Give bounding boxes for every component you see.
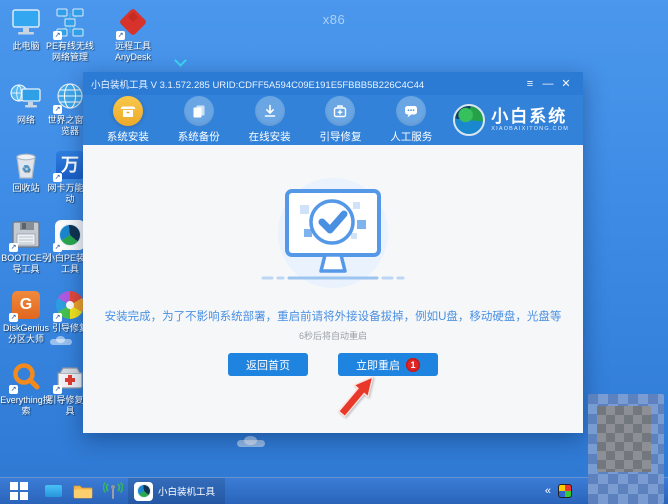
install-complete-message: 安装完成，为了不影响系统部署，重启前请将外接设备拔掉，例如U盘，移动硬盘，光盘等 bbox=[104, 311, 562, 323]
tab-system-install[interactable]: 系统安装 bbox=[99, 96, 157, 144]
tab-online-install[interactable]: 在线安装 bbox=[241, 96, 299, 144]
taskbar-display-button[interactable] bbox=[38, 478, 68, 504]
tab-label: 系统备份 bbox=[177, 131, 220, 143]
taskbar: 小白装机工具 « bbox=[0, 477, 668, 504]
install-box-icon bbox=[112, 96, 143, 126]
desktop-icon-anydesk[interactable]: 远程工具 AnyDesk bbox=[107, 6, 159, 63]
backup-copy-icon bbox=[183, 96, 214, 126]
tab-label: 人工服务 bbox=[390, 131, 433, 143]
windows-logo-icon bbox=[10, 482, 28, 500]
shortcut-arrow-icon bbox=[9, 313, 18, 322]
shortcut-arrow-icon bbox=[53, 31, 62, 40]
file-explorer-button[interactable] bbox=[68, 478, 98, 504]
pixelated-redaction-inner bbox=[597, 406, 651, 472]
shortcut-arrow-icon bbox=[53, 105, 62, 114]
diskgenius-icon: G bbox=[8, 288, 44, 322]
tray-expand-chevron[interactable]: « bbox=[545, 485, 551, 497]
display-icon bbox=[44, 485, 62, 497]
tab-label: 系统安装 bbox=[106, 131, 149, 143]
chevron-down-icon bbox=[174, 54, 187, 67]
taskbar-app-label: 小白装机工具 bbox=[158, 487, 216, 498]
briefcase-icon bbox=[325, 96, 356, 126]
xiaobai-app-icon bbox=[134, 481, 153, 501]
tab-boot-repair[interactable]: 引导修复 bbox=[312, 96, 370, 144]
menu-button[interactable]: ≡ bbox=[521, 78, 539, 90]
red-arrow-annotation bbox=[318, 367, 380, 428]
magnifier-icon bbox=[8, 360, 44, 394]
cloud-decoration bbox=[50, 335, 72, 345]
shortcut-arrow-icon bbox=[53, 385, 62, 394]
pixelated-redaction-block bbox=[588, 394, 664, 504]
network-icon bbox=[8, 80, 44, 114]
window-title: 小白装机工具 V 3.1.572.285 URID:CDFF5A594C09E1… bbox=[91, 79, 425, 91]
network-status-button[interactable] bbox=[98, 478, 128, 504]
back-home-button[interactable]: 返回首页 bbox=[228, 353, 308, 376]
shortcut-arrow-icon bbox=[53, 313, 62, 322]
recycle-bin-icon: ♻ bbox=[8, 148, 44, 182]
main-content: 安装完成，为了不影响系统部署，重启前请将外接设备拔掉，例如U盘，移动硬盘，光盘等… bbox=[83, 145, 583, 433]
download-icon bbox=[254, 96, 285, 126]
nav-bar: 系统安装 系统备份 在线安装 引导修复 人工服务 小白系统 XIAOBAIXIT… bbox=[83, 95, 583, 145]
svg-text:♻: ♻ bbox=[22, 164, 31, 175]
tab-human-service[interactable]: 人工服务 bbox=[382, 96, 440, 144]
brand-subtitle: XIAOBAIXITONG.COM bbox=[491, 125, 569, 132]
minimize-button[interactable]: — bbox=[539, 78, 557, 90]
desktop-icon-label: DiskGenius分区大师 bbox=[2, 323, 49, 344]
brand-logo: 小白系统 XIAOBAIXITONG.COM bbox=[453, 104, 573, 136]
desktop-icon-label: 回收站 bbox=[12, 183, 40, 193]
cloud-decoration bbox=[237, 436, 265, 447]
desktop-icon-label: 此电脑 bbox=[12, 41, 40, 51]
tab-system-backup[interactable]: 系统备份 bbox=[170, 96, 228, 144]
floppy-disk-icon bbox=[8, 218, 44, 252]
anydesk-icon bbox=[115, 6, 151, 40]
chat-bubble-icon bbox=[396, 96, 427, 126]
tab-label: 在线安装 bbox=[248, 131, 291, 143]
shortcut-arrow-icon bbox=[9, 385, 18, 394]
desktop-icon-pe-network-manager[interactable]: PE有线无线网络管理 bbox=[44, 6, 96, 63]
shortcut-arrow-icon bbox=[53, 173, 62, 182]
desktop-icon-label: PE有线无线网络管理 bbox=[45, 41, 94, 62]
tray-color-app-icon[interactable] bbox=[558, 484, 572, 498]
window-titlebar[interactable]: 小白装机工具 V 3.1.572.285 URID:CDFF5A594C09E1… bbox=[83, 72, 583, 95]
tab-label: 引导修复 bbox=[319, 131, 362, 143]
xiaobai-logo-icon bbox=[453, 104, 486, 136]
brand-title: 小白系统 bbox=[491, 107, 568, 127]
step-badge: 1 bbox=[406, 357, 420, 372]
xiaobai-installer-window: 小白装机工具 V 3.1.572.285 URID:CDFF5A594C09E1… bbox=[83, 72, 583, 433]
monitor-success-illustration bbox=[253, 175, 413, 302]
desktop-icon-label: 网络 bbox=[16, 115, 35, 125]
desktop-icon-label: 远程工具 AnyDesk bbox=[114, 41, 151, 62]
shortcut-arrow-icon bbox=[53, 243, 62, 252]
folder-icon bbox=[73, 485, 93, 499]
wallpaper-os-label: x86 bbox=[322, 12, 346, 27]
wireless-antenna-icon bbox=[103, 482, 123, 499]
taskbar-app-xiaobai[interactable]: 小白装机工具 bbox=[128, 477, 226, 504]
shortcut-arrow-icon bbox=[9, 243, 18, 252]
auto-restart-countdown: 6秒后将自动重启 bbox=[298, 331, 367, 341]
start-button[interactable] bbox=[0, 478, 38, 504]
close-button[interactable]: ✕ bbox=[557, 77, 575, 90]
computer-icon bbox=[8, 6, 44, 40]
shortcut-arrow-icon bbox=[116, 31, 125, 40]
network-manage-icon bbox=[52, 6, 88, 40]
